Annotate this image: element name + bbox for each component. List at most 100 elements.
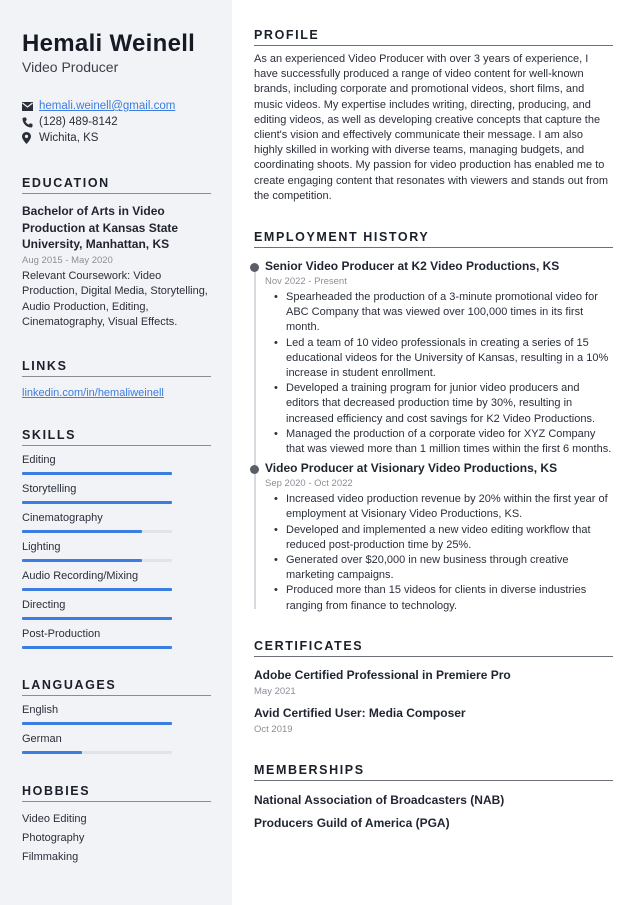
education-degree: Bachelor of Arts in Video Production at … <box>22 204 179 251</box>
membership-item: Producers Guild of America (PGA) <box>254 815 450 830</box>
skill-level-bar <box>22 587 172 591</box>
skills-heading: SKILLS <box>22 428 211 446</box>
skill-item: Audio Recording/Mixing <box>22 568 211 591</box>
language-level-bar <box>22 721 172 725</box>
languages-heading: LANGUAGES <box>22 678 211 696</box>
job-bullet: Increased video production revenue by 20… <box>274 492 614 522</box>
skill-label: Post-Production <box>22 627 101 640</box>
job-dates: Sep 2020 - Oct 2022 <box>265 478 353 490</box>
job-bullet: Developed and implemented a new video ed… <box>274 523 614 553</box>
skill-level-bar <box>22 645 172 649</box>
job-entry: Senior Video Producer at K2 Video Produc… <box>250 258 614 457</box>
job-bullets: Increased video production revenue by 20… <box>265 492 614 614</box>
job-bullet: Produced more than 15 videos for clients… <box>274 583 614 613</box>
memberships-heading: MEMBERSHIPS <box>254 763 613 781</box>
skill-label: Audio Recording/Mixing <box>22 569 139 582</box>
skill-level-bar <box>22 471 172 475</box>
skill-level-fill <box>22 529 142 533</box>
language-label: German <box>22 732 62 745</box>
job-bullet: Generated over $20,000 in new business t… <box>274 553 614 583</box>
sidebar: Hemali Weinell Video Producer hemali.wei… <box>0 0 232 905</box>
languages-list: English German <box>22 702 211 754</box>
timeline-dot-icon <box>250 465 259 475</box>
certificate-item: Avid Certified User: Media Composer Oct … <box>254 705 614 736</box>
job-bullet: Spearheaded the production of a 3-minute… <box>274 290 614 336</box>
contact-info: hemali.weinell@gmail.com (128) 489-8142 … <box>22 98 211 146</box>
skill-label: Directing <box>22 598 66 611</box>
candidate-name: Hemali Weinell <box>22 30 196 57</box>
email-link[interactable]: hemali.weinell@gmail.com <box>39 100 175 112</box>
job-bullet: Developed a training program for junior … <box>274 381 614 427</box>
phone-icon <box>22 117 39 128</box>
skill-label: Cinematography <box>22 511 103 524</box>
links-section: LINKS linkedin.com/in/hemaliweinell <box>22 359 211 399</box>
certificate-title: Avid Certified User: Media Composer <box>254 705 466 720</box>
certificate-date: May 2021 <box>254 685 296 697</box>
memberships-section: MEMBERSHIPS National Association of Broa… <box>254 763 614 831</box>
links-heading: LINKS <box>22 359 211 377</box>
phone-text: (128) 489-8142 <box>39 116 118 128</box>
skill-level-fill <box>22 616 172 620</box>
employment-section: EMPLOYMENT HISTORY Senior Video Producer… <box>250 230 614 614</box>
hobby-item: Photography <box>22 831 85 844</box>
job-bullet: Led a team of 10 video professionals in … <box>274 336 614 382</box>
main-content: PROFILE As an experienced Video Producer… <box>250 0 614 831</box>
job-dates: Nov 2022 - Present <box>265 276 347 288</box>
education-section: EDUCATION Bachelor of Arts in Video Prod… <box>22 176 211 331</box>
profile-heading: PROFILE <box>254 28 613 46</box>
hobbies-section: HOBBIES Video Editing Photography Filmma… <box>22 784 211 867</box>
membership-item: National Association of Broadcasters (NA… <box>254 792 505 807</box>
skill-level-fill <box>22 645 172 649</box>
job-entry: Video Producer at Visionary Video Produc… <box>250 460 614 614</box>
certificates-heading: CERTIFICATES <box>254 639 613 657</box>
education-heading: EDUCATION <box>22 176 211 194</box>
skills-list: Editing Storytelling Cinematography Lightin… <box>22 452 211 649</box>
skill-item: Cinematography <box>22 510 211 533</box>
certificate-item: Adobe Certified Professional in Premiere… <box>254 667 614 698</box>
candidate-title: Video Producer <box>22 59 119 75</box>
skill-label: Lighting <box>22 540 61 553</box>
language-level-bar <box>22 750 172 754</box>
skill-item: Post-Production <box>22 626 211 649</box>
envelope-icon <box>22 101 39 111</box>
certificate-title: Adobe Certified Professional in Premiere… <box>254 667 511 682</box>
hobbies-heading: HOBBIES <box>22 784 211 802</box>
job-bullets: Spearheaded the production of a 3-minute… <box>265 290 614 457</box>
linkedin-link[interactable]: linkedin.com/in/hemaliweinell <box>22 387 211 399</box>
hobby-item: Filmmaking <box>22 850 79 863</box>
skill-level-fill <box>22 558 142 562</box>
language-label: English <box>22 703 59 716</box>
skill-level-bar <box>22 558 172 562</box>
certificates-section: CERTIFICATES Adobe Certified Professiona… <box>254 639 614 736</box>
language-item: English <box>22 702 211 725</box>
skill-level-fill <box>22 471 172 475</box>
location-text: Wichita, KS <box>39 132 99 144</box>
language-level-fill <box>22 721 172 725</box>
contact-location: Wichita, KS <box>22 130 211 146</box>
contact-email: hemali.weinell@gmail.com <box>22 98 211 114</box>
skill-item: Directing <box>22 597 211 620</box>
education-coursework: Relevant Coursework: Video Production, D… <box>22 269 208 329</box>
language-level-fill <box>22 750 82 754</box>
contact-phone: (128) 489-8142 <box>22 114 211 130</box>
skill-level-fill <box>22 500 172 504</box>
employment-timeline: Senior Video Producer at K2 Video Produc… <box>250 258 614 614</box>
job-bullet: Managed the production of a corporate vi… <box>274 427 614 457</box>
languages-section: LANGUAGES English German <box>22 678 211 754</box>
language-item: German <box>22 731 211 754</box>
hobby-item: Video Editing <box>22 812 87 825</box>
skill-level-bar <box>22 529 172 533</box>
education-dates: Aug 2015 - May 2020 <box>22 254 113 266</box>
skill-item: Storytelling <box>22 481 211 504</box>
skill-label: Editing <box>22 453 56 466</box>
job-title: Senior Video Producer at K2 Video Produc… <box>265 259 560 274</box>
skill-level-bar <box>22 500 172 504</box>
skills-section: SKILLS Editing Storytelling Cinematography… <box>22 428 211 649</box>
hobbies-list: Video Editing Photography Filmmaking <box>22 810 211 867</box>
location-pin-icon <box>22 132 39 144</box>
profile-text: As an experienced Video Producer with ov… <box>254 53 609 202</box>
job-title: Video Producer at Visionary Video Produc… <box>265 461 558 476</box>
skill-level-bar <box>22 616 172 620</box>
employment-heading: EMPLOYMENT HISTORY <box>254 230 613 249</box>
certificate-date: Oct 2019 <box>254 723 293 735</box>
